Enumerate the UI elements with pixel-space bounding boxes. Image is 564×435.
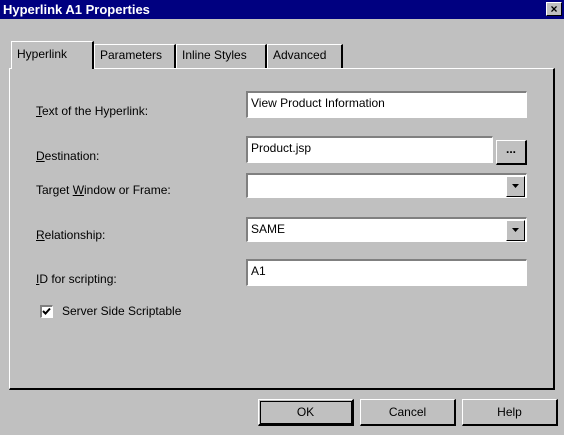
title-bar: Hyperlink A1 Properties × [0, 0, 564, 19]
help-button[interactable]: Help [462, 399, 558, 426]
cancel-button[interactable]: Cancel [360, 399, 456, 426]
tab-label: Inline Styles [182, 48, 247, 62]
tab-panel-hyperlink [9, 68, 555, 390]
close-icon: × [550, 2, 558, 16]
tab-label: Advanced [273, 48, 327, 62]
ok-label: OK [296, 405, 315, 419]
tab-advanced[interactable]: Advanced [267, 44, 343, 68]
cancel-label: Cancel [388, 405, 427, 419]
tab-inline-styles[interactable]: Inline Styles [176, 44, 267, 68]
window-title: Hyperlink A1 Properties [3, 2, 150, 17]
tab-label: Hyperlink [17, 47, 68, 61]
close-button[interactable]: × [546, 2, 562, 16]
help-label: Help [497, 405, 522, 419]
tab-hyperlink[interactable]: Hyperlink [11, 41, 94, 69]
ok-button[interactable]: OK [258, 399, 354, 426]
tab-label: Parameters [100, 48, 163, 62]
tab-parameters[interactable]: Parameters [94, 44, 176, 68]
